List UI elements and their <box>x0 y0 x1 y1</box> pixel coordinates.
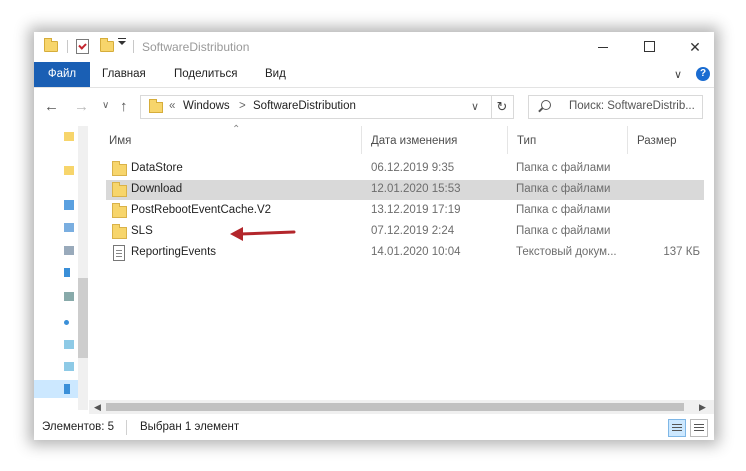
help-icon[interactable]: ? <box>696 67 710 81</box>
downloads-icon[interactable] <box>64 268 70 277</box>
scroll-left-icon[interactable]: ◀ <box>94 400 101 414</box>
table-row[interactable]: DataStore 06.12.2019 9:35 Папка с файлам… <box>106 159 704 179</box>
maximize-button[interactable] <box>626 32 672 62</box>
back-arrow-icon[interactable]: ← <box>44 98 59 115</box>
file-date: 14.01.2020 10:04 <box>371 246 461 258</box>
file-name: SLS <box>131 225 153 237</box>
tab-view[interactable]: Вид <box>265 62 286 87</box>
customize-toolbar-icon[interactable] <box>118 38 126 45</box>
up-arrow-icon[interactable]: ↑ <box>120 98 128 115</box>
status-bar: Элементов: 5 Выбран 1 элемент <box>34 416 714 440</box>
column-divider[interactable] <box>507 126 508 154</box>
nav-selected-item[interactable] <box>34 380 78 398</box>
table-row[interactable]: ReportingEvents 14.01.2020 10:04 Текстов… <box>106 243 704 263</box>
navigation-pane[interactable] <box>34 126 88 410</box>
explorer-window: SoftwareDistribution ✕ Файл Главная Поде… <box>34 32 714 440</box>
search-placeholder: Поиск: SoftwareDistrib... <box>569 100 695 112</box>
folder-icon <box>112 161 127 176</box>
recent-locations-chevron-icon[interactable]: ∨ <box>102 100 109 111</box>
large-icons-view-button[interactable] <box>690 419 708 437</box>
folder-icon <box>112 182 127 197</box>
folder-icon <box>149 99 163 113</box>
computer-icon[interactable] <box>64 200 74 210</box>
search-input[interactable]: Поиск: SoftwareDistrib... <box>528 95 703 119</box>
folder-icon[interactable] <box>64 132 74 141</box>
desktop-icon[interactable] <box>64 223 74 232</box>
toolbar-divider <box>67 40 68 53</box>
column-divider[interactable] <box>627 126 628 154</box>
file-name: DataStore <box>131 162 183 174</box>
close-button[interactable]: ✕ <box>672 32 714 62</box>
table-row[interactable]: PostRebootEventCache.V2 13.12.2019 17:19… <box>106 201 704 221</box>
tab-file[interactable]: Файл <box>34 62 90 87</box>
column-header-date[interactable]: Дата изменения <box>371 135 457 147</box>
folder-icon <box>112 203 127 218</box>
breadcrumb-overflow[interactable]: « <box>169 100 175 112</box>
file-date: 13.12.2019 17:19 <box>371 204 461 216</box>
file-type: Папка с файлами <box>516 204 611 216</box>
folder-icon <box>112 224 127 239</box>
file-type: Папка с файлами <box>516 183 611 195</box>
title-bar: SoftwareDistribution ✕ <box>34 32 714 62</box>
tab-share[interactable]: Поделиться <box>174 62 238 87</box>
navigation-bar: ← → ∨ ↑ « Windows > SoftwareDistribution… <box>34 88 714 126</box>
address-bar[interactable]: « Windows > SoftwareDistribution ∨ <box>140 95 492 119</box>
breadcrumb-windows[interactable]: Windows <box>183 100 230 112</box>
file-date: 12.01.2020 15:53 <box>371 183 461 195</box>
table-row[interactable]: Download 12.01.2020 15:53 Папка с файлам… <box>106 180 704 200</box>
horizontal-scrollbar[interactable]: ◀ ▶ <box>89 400 714 414</box>
videos-icon[interactable] <box>64 340 74 349</box>
tab-home[interactable]: Главная <box>102 62 146 87</box>
scroll-right-icon[interactable]: ▶ <box>699 400 706 414</box>
breadcrumb-softwaredistribution[interactable]: SoftwareDistribution <box>253 100 356 112</box>
nav-pane-scroll-thumb[interactable] <box>78 278 88 358</box>
file-name: ReportingEvents <box>131 246 217 258</box>
status-selected: Выбран 1 элемент <box>140 421 240 433</box>
details-view-button[interactable] <box>668 419 686 437</box>
column-divider[interactable] <box>361 126 362 154</box>
folder-icon[interactable] <box>64 166 74 175</box>
column-header-name[interactable]: Имя <box>109 135 131 147</box>
folder-icon <box>44 38 58 52</box>
search-icon <box>541 100 551 110</box>
column-header-row: ⌃ Имя Дата изменения Тип Размер <box>89 124 714 154</box>
file-date: 06.12.2019 9:35 <box>371 162 455 174</box>
properties-icon[interactable] <box>76 39 89 54</box>
file-type: Папка с файлами <box>516 162 611 174</box>
file-list: ⌃ Имя Дата изменения Тип Размер DataStor… <box>89 124 714 400</box>
file-type: Текстовый докум... <box>516 246 617 258</box>
nav-pane-scrollbar[interactable] <box>78 126 88 410</box>
breadcrumb-separator[interactable]: > <box>239 100 246 112</box>
table-row[interactable]: SLS 07.12.2019 2:24 Папка с файлами <box>106 222 704 242</box>
window-title: SoftwareDistribution <box>142 40 250 54</box>
ribbon-tabs: Файл Главная Поделиться Вид ∨ ? <box>34 62 714 88</box>
file-type: Папка с файлами <box>516 225 611 237</box>
column-header-size[interactable]: Размер <box>637 135 677 147</box>
status-item-count: Элементов: 5 <box>42 421 115 433</box>
expand-ribbon-icon[interactable]: ∨ <box>674 68 682 81</box>
images-icon[interactable] <box>64 292 74 301</box>
column-header-type[interactable]: Тип <box>517 135 536 147</box>
refresh-button[interactable]: ↻ <box>491 95 514 119</box>
file-name: PostRebootEventCache.V2 <box>131 204 272 216</box>
network-icon[interactable] <box>64 384 70 394</box>
minimize-button[interactable] <box>580 32 626 62</box>
drive-icon[interactable] <box>64 362 74 371</box>
toolbar-divider <box>133 40 134 53</box>
sort-ascending-icon: ⌃ <box>232 124 241 135</box>
file-name: Download <box>131 183 183 195</box>
file-size: 137 КБ <box>663 246 700 258</box>
music-icon[interactable] <box>64 320 69 325</box>
annotation-arrow-icon <box>230 227 296 241</box>
address-dropdown-icon[interactable]: ∨ <box>471 100 479 113</box>
new-folder-icon[interactable] <box>100 38 114 52</box>
forward-arrow-icon[interactable]: → <box>74 98 89 115</box>
file-date: 07.12.2019 2:24 <box>371 225 455 237</box>
text-file-icon <box>113 245 125 261</box>
horizontal-scroll-thumb[interactable] <box>106 403 684 411</box>
documents-icon[interactable] <box>64 246 74 255</box>
status-divider <box>126 420 127 435</box>
